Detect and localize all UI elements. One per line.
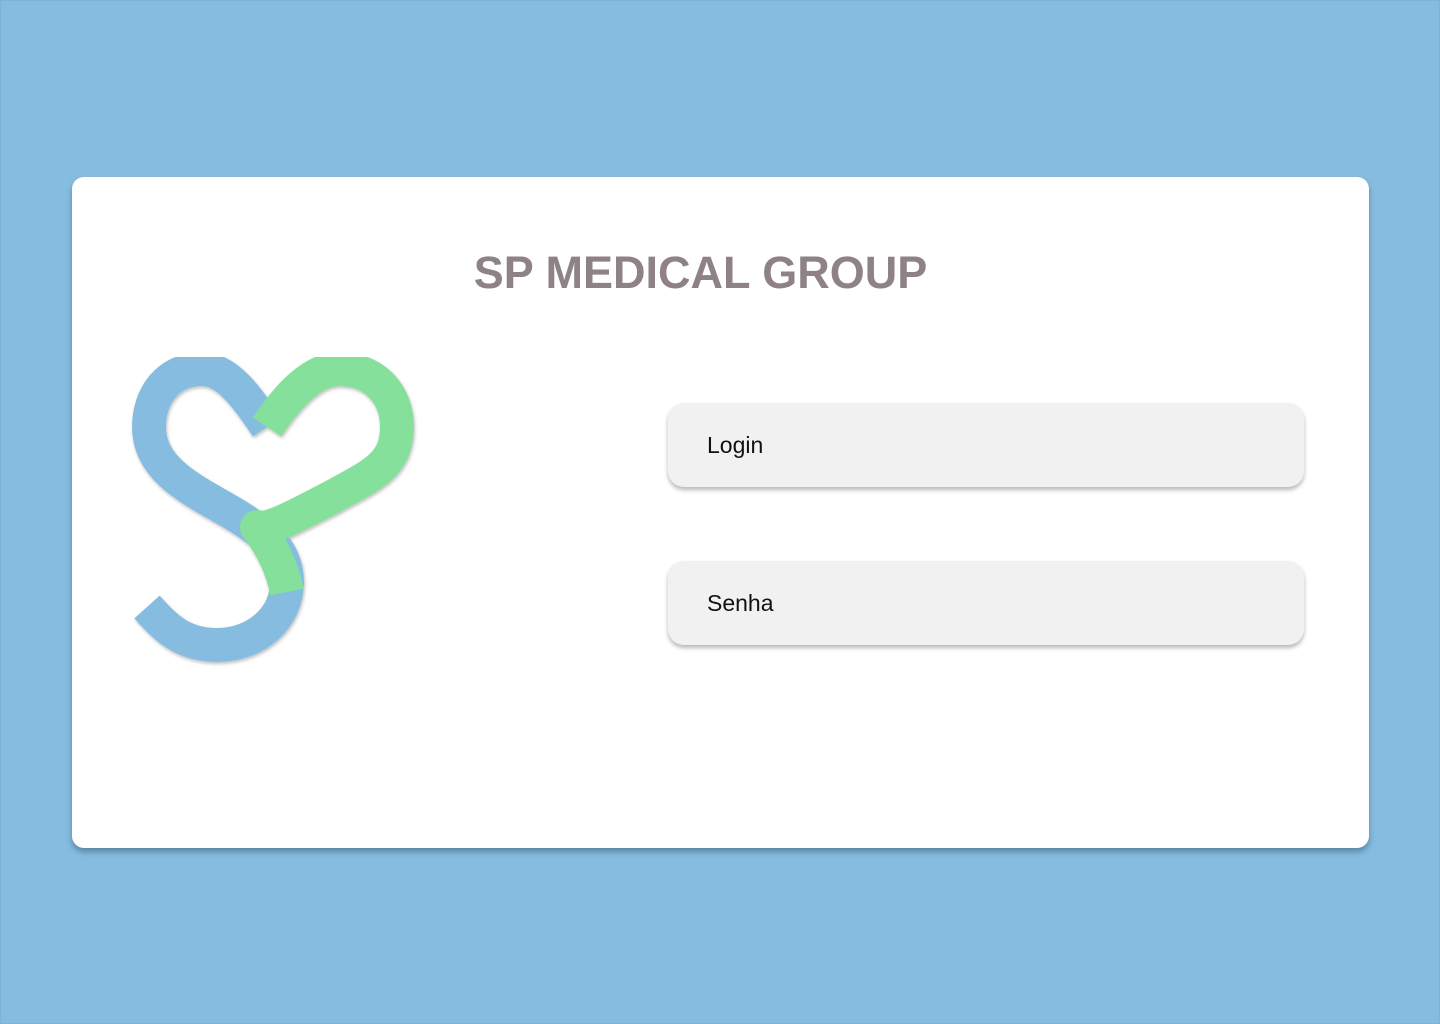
page-title: SP MEDICAL GROUP — [72, 247, 1369, 299]
senha-field[interactable] — [668, 561, 1304, 645]
page-title-text: SP MEDICAL GROUP — [473, 247, 928, 298]
senha-input[interactable] — [705, 588, 1304, 618]
login-input[interactable] — [705, 430, 1304, 460]
sp-heart-logo-icon — [132, 357, 414, 662]
login-card: SP MEDICAL GROUP — [72, 177, 1369, 848]
login-field[interactable] — [668, 403, 1304, 487]
